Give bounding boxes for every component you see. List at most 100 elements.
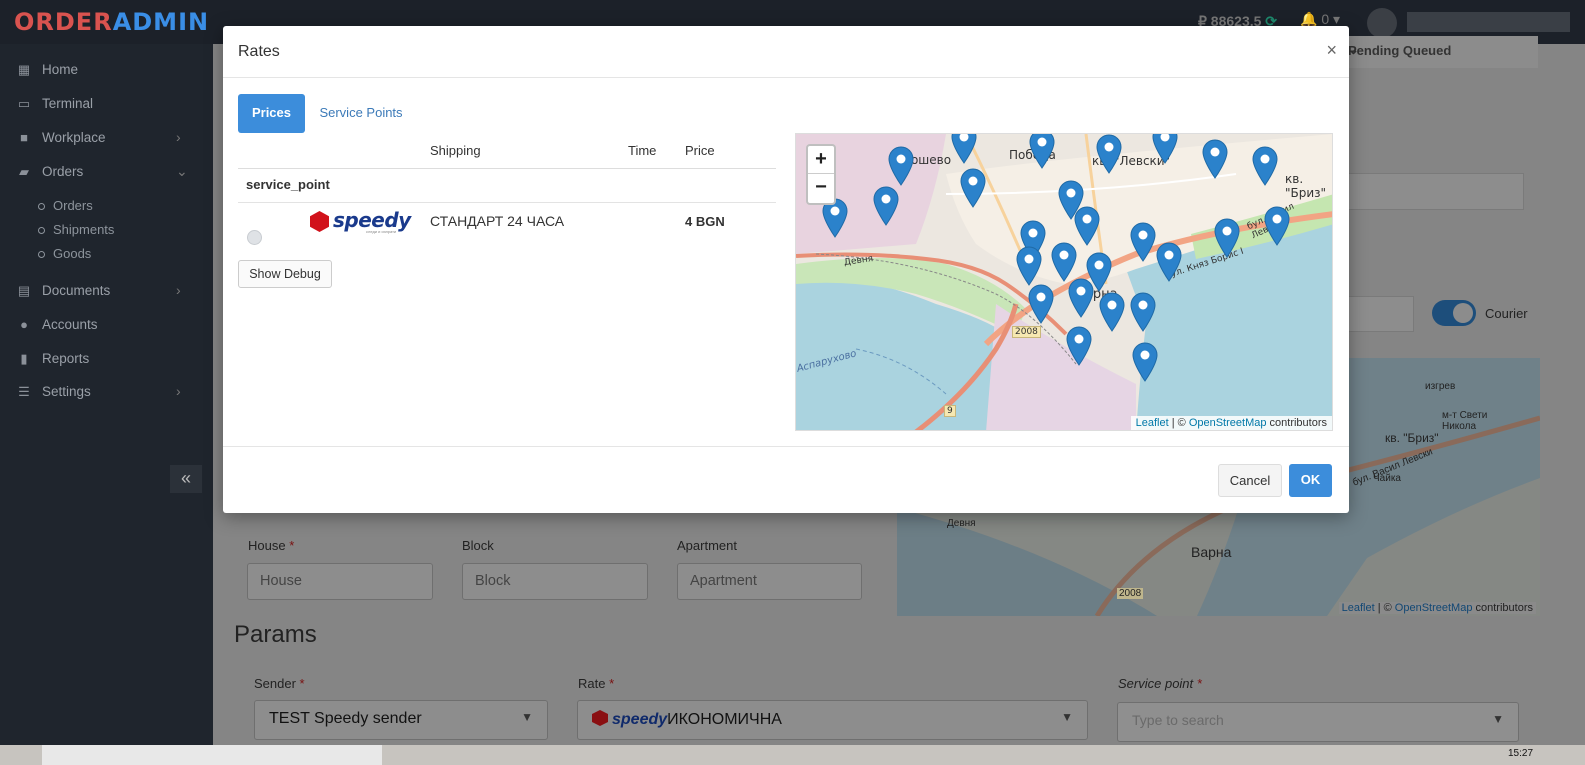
service-point-marker-icon[interactable] (1029, 134, 1055, 169)
sidebar-item-reports[interactable]: ▮ Reports (0, 345, 213, 375)
map-attribution: Leaflet | © OpenStreetMap contributors (1130, 416, 1332, 430)
service-point-marker-icon[interactable] (1202, 139, 1228, 179)
speedy-logo: speedy следи и изпрати (310, 208, 411, 234)
courier-toggle[interactable] (1432, 300, 1476, 326)
chevron-down-icon: ⌄ (176, 163, 188, 179)
service-point-marker-icon[interactable] (1214, 218, 1240, 258)
map-label: Чайка (1373, 473, 1401, 484)
sidebar: ▦ Home ▭ Terminal ■ Workplace › ▰ Orders ⌄ Ord… (0, 44, 213, 765)
sidebar-item-orders[interactable]: ▰ Orders ⌄ (0, 158, 213, 188)
service-point-marker-icon[interactable] (951, 134, 977, 164)
sidebar-item-terminal[interactable]: ▭ Terminal (0, 90, 213, 120)
sidebar-subitem-goods[interactable]: Goods (38, 246, 91, 261)
username-redacted[interactable] (1407, 12, 1570, 32)
sliders-icon: ☰ (18, 384, 30, 399)
service-point-marker-icon[interactable] (1099, 292, 1125, 332)
avatar[interactable] (1367, 8, 1397, 38)
service-points-map[interactable]: Трошево Победа кв. "Левски" кв. "Бриз" б… (795, 133, 1333, 431)
caret-down-icon: ▾ (1333, 11, 1341, 27)
map-label: изгрев (1425, 381, 1456, 392)
service-point-marker-icon[interactable] (1252, 146, 1278, 186)
service-point-marker-icon[interactable] (1130, 222, 1156, 262)
os-taskbar: 15:27 (0, 745, 1585, 765)
sidebar-item-documents[interactable]: ▤ Documents › (0, 277, 213, 307)
service-point-marker-icon[interactable] (1096, 134, 1122, 174)
tab-prices[interactable]: Prices (238, 94, 305, 133)
user-icon: ● (20, 317, 28, 332)
map-label: Варна (1191, 544, 1232, 560)
show-debug-button[interactable]: Show Debug (238, 260, 332, 288)
terminal-icon: ▭ (17, 96, 31, 111)
service-point-marker-icon[interactable] (873, 186, 899, 226)
sender-select[interactable]: TEST Speedy sender ▼ (254, 700, 548, 740)
map-label: Девня (947, 518, 976, 529)
rate-group-row: service_point (238, 169, 776, 203)
app-logo[interactable]: ORDERADMIN (14, 8, 209, 36)
service-point-marker-icon[interactable] (1016, 246, 1042, 286)
service-point-marker-icon[interactable] (1264, 206, 1290, 246)
block-input[interactable]: Block (462, 563, 648, 600)
caret-down-icon: ▼ (1061, 710, 1073, 724)
map-attribution: Leaflet | © OpenStreetMap contributors (1338, 602, 1536, 614)
service-point-search[interactable]: Type to search ▼ (1117, 702, 1519, 742)
apartment-input[interactable]: Apartment (677, 563, 862, 600)
service-point-marker-icon[interactable] (1130, 292, 1156, 332)
map-label: 2008 (1012, 326, 1041, 338)
service-point-marker-icon[interactable] (1066, 326, 1092, 366)
service-point-label: Service point * (1118, 676, 1202, 691)
sender-label: Sender * (254, 676, 305, 691)
report-icon: ▮ (20, 351, 28, 366)
openstreetmap-link[interactable]: OpenStreetMap (1189, 417, 1267, 429)
modal-header: Rates × (223, 26, 1349, 78)
courier-label: Courier (1485, 306, 1528, 321)
background-input[interactable] (1348, 173, 1524, 210)
service-point-marker-icon[interactable] (1132, 342, 1158, 382)
rate-price: 4 BGN (685, 214, 725, 229)
speedy-logo-icon (592, 710, 608, 726)
sidebar-collapse-button[interactable]: « (170, 465, 202, 493)
service-point-marker-icon[interactable] (1152, 134, 1178, 164)
zoom-out-button[interactable]: − (808, 174, 834, 202)
sidebar-item-accounts[interactable]: ● Accounts (0, 311, 213, 341)
house-input[interactable]: House (247, 563, 433, 600)
rate-select[interactable]: speedyИКОНОМИЧНА ▼ (577, 700, 1088, 740)
sidebar-subitem-shipments[interactable]: Shipments (38, 222, 114, 237)
house-label: House * (248, 538, 295, 553)
sidebar-subitem-orders[interactable]: Orders (38, 198, 93, 213)
modal-footer: Cancel OK (223, 446, 1349, 513)
service-point-marker-icon[interactable] (960, 168, 986, 208)
caret-down-icon: ▼ (1492, 712, 1504, 726)
column-header-shipping: Shipping (430, 143, 481, 158)
close-icon[interactable]: × (1326, 40, 1337, 61)
sidebar-item-settings[interactable]: ☰ Settings › (0, 378, 213, 408)
cancel-button[interactable]: Cancel (1218, 464, 1282, 497)
service-point-marker-icon[interactable] (1068, 278, 1094, 318)
chevron-right-icon: › (176, 129, 181, 145)
service-point-marker-icon[interactable] (1051, 242, 1077, 282)
chevron-right-icon: › (176, 383, 181, 399)
double-chevron-left-icon: « (180, 468, 191, 488)
service-point-marker-icon[interactable] (1028, 284, 1054, 324)
rates-table-header: Shipping Time Price (238, 142, 776, 169)
rate-radio[interactable] (247, 230, 262, 245)
truck-icon: ▰ (19, 164, 29, 179)
map-label: кв. "Бриз" (1385, 431, 1439, 445)
ok-button[interactable]: OK (1289, 464, 1332, 497)
caret-down-icon: ▼ (521, 710, 533, 724)
service-point-marker-icon[interactable] (1074, 206, 1100, 246)
table-row[interactable]: speedy следи и изпрати СТАНДАРТ 24 ЧАСА … (238, 203, 776, 253)
taskbar-window[interactable] (42, 745, 382, 765)
service-point-marker-icon[interactable] (888, 146, 914, 186)
zoom-in-button[interactable]: + (808, 146, 834, 174)
sidebar-item-home[interactable]: ▦ Home (0, 56, 213, 86)
sidebar-item-workplace[interactable]: ■ Workplace › (0, 124, 213, 154)
params-title: Params (234, 621, 317, 648)
status-select[interactable]: Pending Queued ⌄ (1348, 36, 1538, 68)
tab-service-points[interactable]: Service Points (311, 94, 411, 133)
rate-group-label: service_point (246, 177, 330, 192)
map-zoom-control: + − (806, 144, 836, 205)
rate-label: Rate * (578, 676, 615, 691)
service-point-marker-icon[interactable] (1156, 242, 1182, 282)
leaflet-link[interactable]: Leaflet (1136, 417, 1169, 429)
background-input[interactable] (1348, 296, 1414, 332)
